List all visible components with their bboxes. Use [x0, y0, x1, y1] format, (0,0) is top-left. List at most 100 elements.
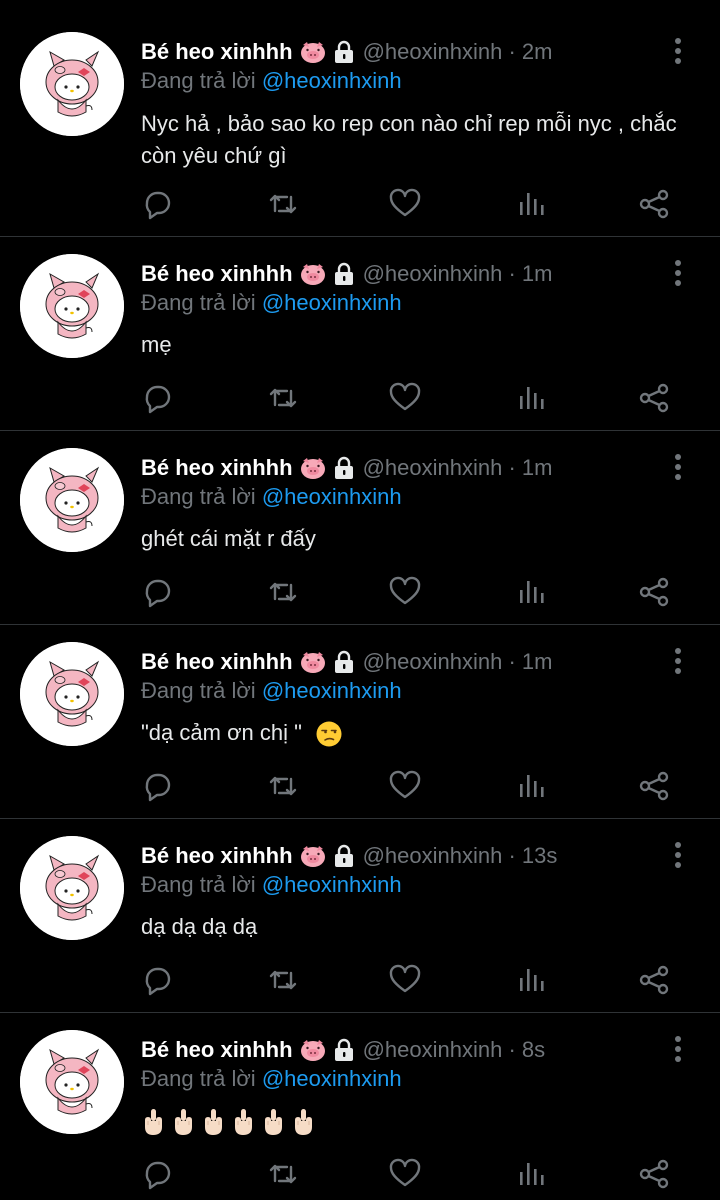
timestamp[interactable]: · 1m [502, 455, 552, 481]
tweet-text [141, 1105, 691, 1137]
avatar[interactable] [20, 32, 124, 136]
avatar[interactable] [20, 254, 124, 358]
retweet-icon [269, 1164, 297, 1184]
retweet-button[interactable] [266, 187, 300, 221]
reply-button[interactable] [140, 381, 174, 415]
tweet[interactable]: Bé heo xinhhh @heoxinhxinh · 13s Đang tr… [0, 819, 720, 1013]
share-button[interactable] [637, 1157, 671, 1191]
lock-icon [333, 262, 354, 286]
user-handle[interactable]: @heoxinhxinh [363, 843, 503, 869]
display-name[interactable]: Bé heo xinhhh [141, 1037, 293, 1063]
display-name[interactable]: Bé heo xinhhh [141, 843, 293, 869]
reply-button[interactable] [140, 575, 174, 609]
unamused-face-icon [316, 721, 342, 747]
retweet-button[interactable] [266, 381, 300, 415]
reply-button[interactable] [140, 187, 174, 221]
analytics-button[interactable] [514, 381, 548, 415]
avatar[interactable] [20, 836, 124, 940]
avatar[interactable] [20, 448, 124, 552]
more-vertical-icon[interactable] [668, 840, 688, 870]
share-button[interactable] [637, 963, 671, 997]
pig-costume-kitty-avatar [20, 254, 124, 358]
analytics-icon [520, 387, 544, 409]
replying-label: Đang trả lời [141, 484, 256, 509]
analytics-icon [520, 775, 544, 797]
reply-button[interactable] [140, 1157, 174, 1191]
display-name[interactable]: Bé heo xinhhh [141, 261, 293, 287]
replying-to: Đang trả lời @heoxinhxinh [141, 68, 402, 94]
more-vertical-icon[interactable] [668, 1034, 688, 1064]
tweet[interactable]: Bé heo xinhhh @heoxinhxinh · 1m Đang trả… [0, 625, 720, 819]
more-vertical-icon[interactable] [668, 258, 688, 288]
avatar[interactable] [20, 642, 124, 746]
timestamp[interactable]: · 8s [502, 1037, 545, 1063]
reply-button[interactable] [140, 963, 174, 997]
tweet[interactable]: Bé heo xinhhh @heoxinhxinh · 2m Đang trả… [0, 0, 720, 237]
replying-label: Đang trả lời [141, 872, 256, 897]
analytics-button[interactable] [514, 963, 548, 997]
tweet-text: Nyc hả , bảo sao ko rep con nào chỉ rep … [141, 111, 677, 168]
middle-finger-icon [264, 1108, 283, 1136]
like-button[interactable] [388, 575, 422, 609]
user-handle[interactable]: @heoxinhxinh [363, 261, 503, 287]
analytics-button[interactable] [514, 1157, 548, 1191]
timestamp[interactable]: · 1m [502, 261, 552, 287]
display-name[interactable]: Bé heo xinhhh [141, 649, 293, 675]
user-handle[interactable]: @heoxinhxinh [363, 1037, 503, 1063]
mention-link[interactable]: @heoxinhxinh [262, 1066, 402, 1091]
retweet-button[interactable] [266, 575, 300, 609]
share-button[interactable] [637, 381, 671, 415]
timestamp[interactable]: · 13s [502, 843, 557, 869]
mention-link[interactable]: @heoxinhxinh [262, 290, 402, 315]
share-button[interactable] [637, 575, 671, 609]
retweet-button[interactable] [266, 963, 300, 997]
mention-link[interactable]: @heoxinhxinh [262, 68, 402, 93]
pig-face-icon [300, 846, 325, 867]
avatar[interactable] [20, 1030, 124, 1134]
display-name[interactable]: Bé heo xinhhh [141, 39, 293, 65]
share-button[interactable] [637, 769, 671, 803]
like-button[interactable] [388, 187, 422, 221]
tweet[interactable]: Bé heo xinhhh @heoxinhxinh · 1m Đang trả… [0, 431, 720, 625]
timestamp[interactable]: · 2m [502, 39, 552, 65]
mention-link[interactable]: @heoxinhxinh [262, 678, 402, 703]
reply-icon [145, 385, 171, 414]
replying-to: Đang trả lời @heoxinhxinh [141, 872, 402, 898]
pig-face-icon [300, 652, 325, 673]
middle-finger-icon [234, 1108, 253, 1136]
timestamp[interactable]: · 1m [502, 649, 552, 675]
analytics-button[interactable] [514, 575, 548, 609]
retweet-button[interactable] [266, 1157, 300, 1191]
more-vertical-icon[interactable] [668, 36, 688, 66]
share-button[interactable] [637, 187, 671, 221]
tweet-header: Bé heo xinhhh @heoxinhxinh · 1m [141, 259, 552, 289]
display-name[interactable]: Bé heo xinhhh [141, 455, 293, 481]
analytics-button[interactable] [514, 187, 548, 221]
more-vertical-icon[interactable] [668, 452, 688, 482]
like-icon [389, 576, 421, 605]
like-icon [389, 770, 421, 799]
pig-costume-kitty-avatar [20, 448, 124, 552]
share-icon [639, 1159, 669, 1189]
user-handle[interactable]: @heoxinhxinh [363, 649, 503, 675]
retweet-button[interactable] [266, 769, 300, 803]
like-button[interactable] [388, 1157, 422, 1191]
analytics-button[interactable] [514, 769, 548, 803]
pig-face-icon [300, 42, 325, 63]
like-button[interactable] [388, 769, 422, 803]
retweet-icon [269, 194, 297, 214]
mention-link[interactable]: @heoxinhxinh [262, 484, 402, 509]
share-icon [639, 771, 669, 801]
like-button[interactable] [388, 381, 422, 415]
reply-button[interactable] [140, 769, 174, 803]
tweet[interactable]: Bé heo xinhhh @heoxinhxinh · 8s Đang trả… [0, 1013, 720, 1200]
like-button[interactable] [388, 963, 422, 997]
user-handle[interactable]: @heoxinhxinh [363, 39, 503, 65]
mention-link[interactable]: @heoxinhxinh [262, 872, 402, 897]
more-vertical-icon[interactable] [668, 646, 688, 676]
action-bar [140, 381, 685, 415]
tweet[interactable]: Bé heo xinhhh @heoxinhxinh · 1m Đang trả… [0, 237, 720, 431]
user-handle[interactable]: @heoxinhxinh [363, 455, 503, 481]
pig-costume-kitty-avatar [20, 1030, 124, 1134]
analytics-icon [520, 969, 544, 991]
